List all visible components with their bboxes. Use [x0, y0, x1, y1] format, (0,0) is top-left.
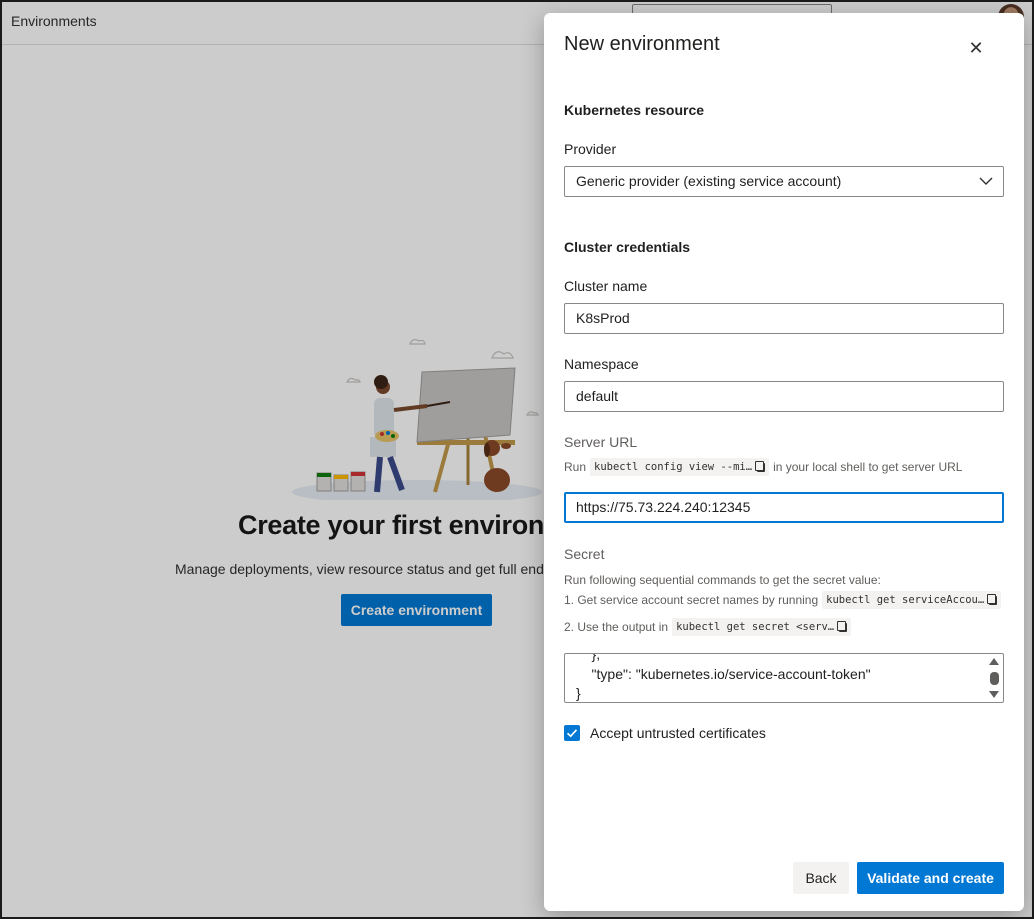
copy-icon[interactable]	[755, 460, 766, 472]
new-environment-panel: New environment ✕ Kubernetes resource Pr…	[544, 13, 1024, 911]
server-url-help-suffix: in your local shell to get server URL	[773, 460, 963, 474]
secret-line: },	[576, 653, 601, 662]
server-url-command-text: kubectl config view --mi…	[594, 461, 753, 473]
secret-step-1-command: kubectl get serviceAccou…	[822, 591, 1002, 609]
server-url-help-prefix: Run	[564, 460, 587, 474]
provider-label: Provider	[564, 141, 617, 157]
provider-selected-value: Generic provider (existing service accou…	[576, 173, 842, 189]
secret-textarea[interactable]: }, "type": "kubernetes.io/service-accoun…	[564, 653, 1004, 703]
secret-label: Secret	[564, 546, 605, 562]
namespace-label: Namespace	[564, 356, 639, 372]
namespace-field[interactable]: default	[564, 381, 1004, 412]
secret-step-2-command: kubectl get secret <serv…	[672, 618, 852, 636]
scroll-up-arrow-icon[interactable]	[989, 658, 999, 665]
cluster-name-label: Cluster name	[564, 278, 648, 294]
accept-untrusted-checkbox[interactable]	[564, 725, 580, 741]
copy-icon[interactable]	[837, 620, 848, 632]
checkmark-icon	[566, 729, 578, 738]
secret-step-2-text: 2. Use the output in	[564, 620, 669, 634]
secret-help: Run following sequential commands to get…	[564, 573, 881, 587]
secret-step-1-command-text: kubectl get serviceAccou…	[826, 594, 985, 606]
secret-line: }	[576, 685, 581, 701]
secret-step-1: 1. Get service account secret names by r…	[564, 591, 1005, 609]
secret-step-2: 2. Use the output in kubectl get secret …	[564, 618, 855, 636]
secret-step-1-text: 1. Get service account secret names by r…	[564, 593, 819, 607]
validate-and-create-button[interactable]: Validate and create	[857, 862, 1004, 894]
panel-title: New environment	[564, 33, 720, 55]
cluster-credentials-heading: Cluster credentials	[564, 239, 691, 255]
kubernetes-resource-heading: Kubernetes resource	[564, 102, 705, 118]
secret-step-2-command-text: kubectl get secret <serv…	[676, 621, 835, 633]
scrollbar-thumb[interactable]	[990, 672, 999, 685]
secret-line: "type": "kubernetes.io/service-account-t…	[576, 666, 871, 682]
accept-untrusted-label[interactable]: Accept untrusted certificates	[590, 725, 766, 741]
server-url-help: Run kubectl config view --mi… in your lo…	[564, 458, 962, 476]
server-url-command: kubectl config view --mi…	[590, 458, 770, 476]
scroll-down-arrow-icon[interactable]	[989, 691, 999, 698]
provider-dropdown[interactable]: Generic provider (existing service accou…	[564, 166, 1004, 197]
cluster-name-field[interactable]: K8sProd	[564, 303, 1004, 334]
server-url-label: Server URL	[564, 434, 638, 450]
app-window: Environments Create your first environm …	[0, 0, 1034, 919]
server-url-field[interactable]: https://75.73.224.240:12345	[564, 492, 1004, 523]
chevron-down-icon	[979, 177, 993, 185]
copy-icon[interactable]	[987, 593, 998, 605]
close-icon[interactable]: ✕	[964, 37, 988, 61]
back-button[interactable]: Back	[793, 862, 849, 894]
